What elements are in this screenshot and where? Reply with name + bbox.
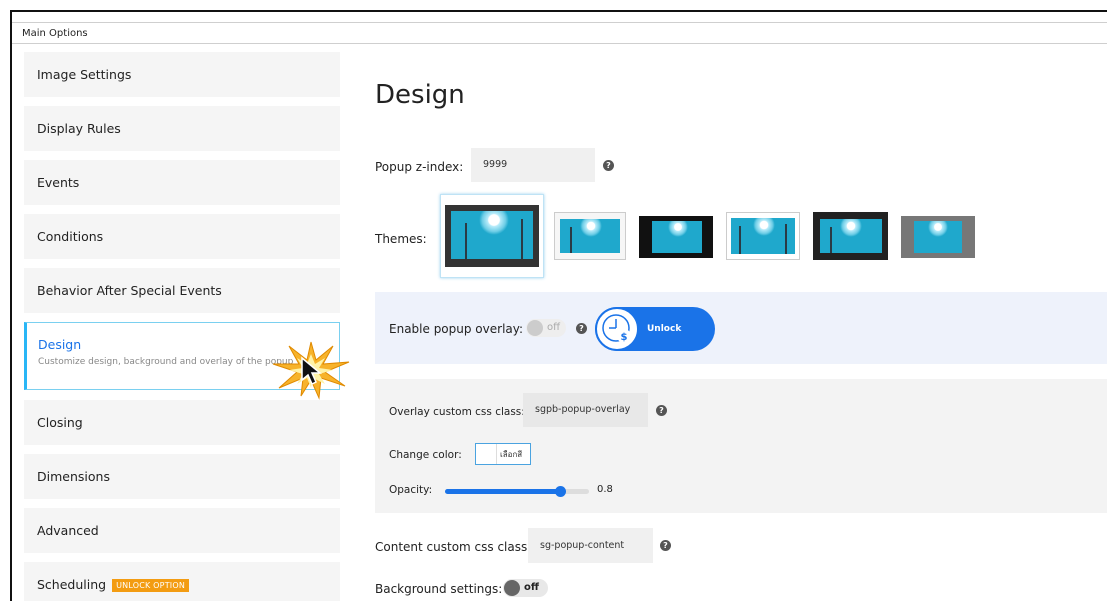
content-css-label: Content custom css class: — [375, 540, 532, 554]
zindex-input[interactable]: 9999 — [471, 148, 595, 182]
overlay-toggle-text: off — [547, 322, 561, 333]
content-css-help-icon[interactable]: ? — [660, 540, 671, 551]
sidebar-item-advanced[interactable]: Advanced — [24, 508, 340, 553]
overlay-help-icon[interactable]: ? — [576, 323, 587, 334]
overlay-toggle-knob — [527, 320, 543, 336]
theme-1-glow — [479, 211, 509, 235]
overlay-section: Enable popup overlay: off ? $ Unlock Opt… — [375, 292, 1107, 378]
theme-option-5[interactable] — [813, 212, 888, 260]
overlay-enable-label: Enable popup overlay: — [389, 322, 524, 336]
panel-title: Main Options — [12, 22, 1107, 44]
opacity-value: 0.8 — [597, 484, 613, 495]
themes-label: Themes: — [375, 232, 427, 246]
theme-5-glow — [840, 219, 862, 237]
opacity-slider-thumb[interactable] — [555, 486, 566, 497]
theme-2-crane — [570, 227, 572, 253]
sidebar-item-events[interactable]: Events — [24, 160, 340, 205]
theme-4-preview — [731, 218, 795, 254]
zindex-label: Popup z-index: — [375, 160, 464, 174]
color-picker-label: เลือกสี — [500, 450, 523, 459]
theme-5-crane — [830, 227, 832, 253]
sidebar-item-conditions[interactable]: Conditions — [24, 214, 340, 259]
theme-1-preview — [451, 211, 533, 259]
color-swatch — [476, 444, 497, 464]
overlay-css-label: Overlay custom css class: — [389, 406, 525, 418]
theme-option-6[interactable] — [901, 216, 975, 258]
theme-3-preview — [652, 221, 702, 253]
theme-6-preview — [914, 221, 962, 253]
background-toggle-text: off — [524, 582, 539, 593]
theme-1-crane — [521, 219, 523, 259]
theme-5-preview — [820, 219, 882, 253]
page-title: Design — [375, 80, 465, 110]
theme-option-1[interactable] — [440, 194, 544, 278]
theme-4-crane — [739, 226, 741, 254]
change-color-label: Change color: — [389, 449, 462, 461]
clock-dollar-icon: $ — [595, 307, 639, 351]
zindex-help-icon[interactable]: ? — [603, 160, 614, 171]
unlock-option-badge[interactable]: UNLOCK OPTION — [112, 579, 190, 592]
overlay-settings-section: Overlay custom css class: sgpb-popup-ove… — [375, 379, 1107, 513]
sidebar-item-image-settings[interactable]: Image Settings — [24, 52, 340, 97]
overlay-css-input[interactable]: sgpb-popup-overlay — [523, 393, 648, 427]
sidebar-item-display-rules[interactable]: Display Rules — [24, 106, 340, 151]
sidebar-item-behavior-after-special-events[interactable]: Behavior After Special Events — [24, 268, 340, 313]
sidebar-item-dimensions[interactable]: Dimensions — [24, 454, 340, 499]
mouse-cursor-icon — [301, 356, 322, 386]
theme-2-preview — [560, 219, 620, 253]
overlay-toggle[interactable]: off — [526, 319, 566, 337]
theme-4-glow — [753, 218, 775, 236]
background-toggle-knob — [504, 580, 520, 596]
sidebar-item-scheduling[interactable]: Scheduling UNLOCK OPTION — [24, 562, 340, 601]
opacity-slider-fill — [445, 489, 560, 494]
background-toggle[interactable]: off — [503, 579, 548, 597]
theme-3-glow — [668, 221, 688, 237]
sidebar-item-closing[interactable]: Closing — [24, 400, 340, 445]
svg-text:$: $ — [621, 332, 628, 343]
opacity-label: Opacity: — [389, 484, 433, 496]
options-frame: Main Options Image Settings Display Rule… — [10, 10, 1107, 601]
theme-6-glow — [928, 221, 948, 237]
theme-4-crane — [785, 224, 787, 254]
theme-option-2[interactable] — [554, 212, 626, 260]
background-settings-label: Background settings: — [375, 582, 503, 596]
theme-1-crane — [465, 223, 467, 259]
overlay-css-help-icon[interactable]: ? — [656, 405, 667, 416]
theme-2-glow — [580, 219, 602, 237]
theme-option-4[interactable] — [726, 212, 800, 260]
content-css-input[interactable]: sg-popup-content — [528, 528, 653, 563]
theme-option-3[interactable] — [639, 216, 713, 258]
color-picker-button[interactable]: เลือกสี — [475, 443, 531, 465]
unlock-option-button[interactable]: $ Unlock Option — [595, 307, 715, 378]
sidebar-item-scheduling-label: Scheduling — [37, 577, 107, 592]
